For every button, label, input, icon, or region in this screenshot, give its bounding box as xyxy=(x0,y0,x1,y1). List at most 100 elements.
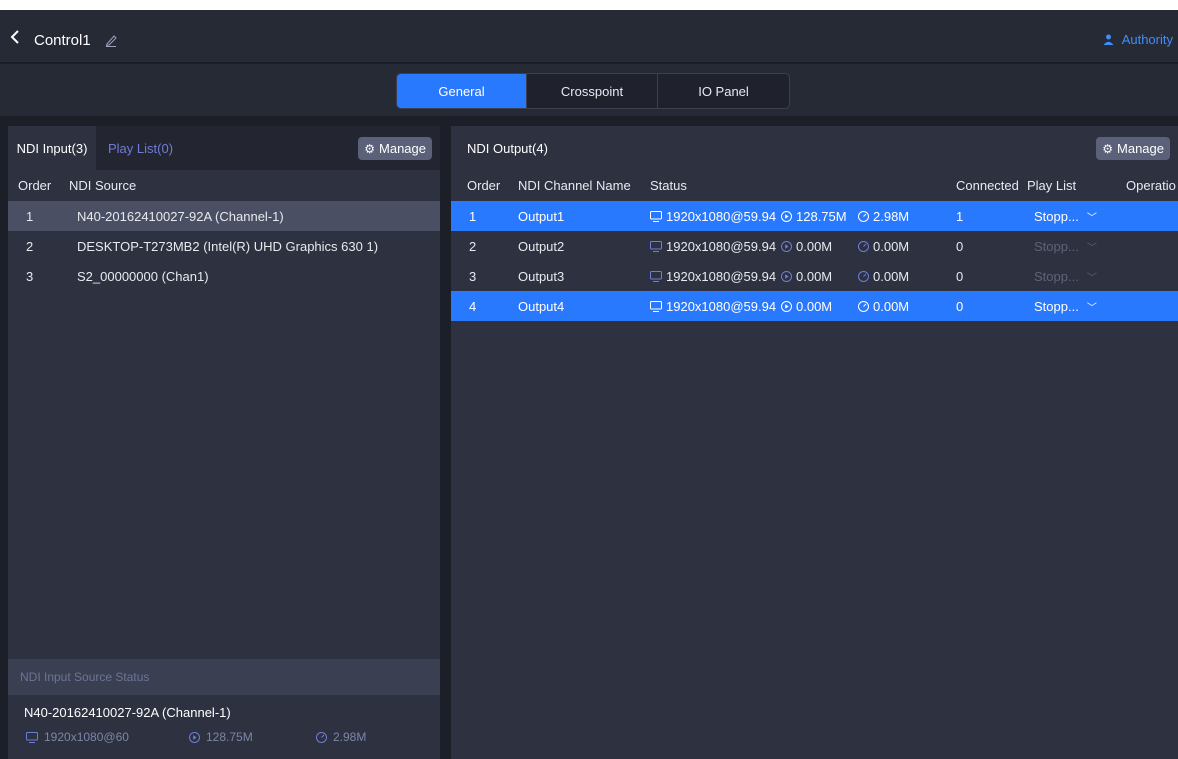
user-icon xyxy=(1103,34,1114,45)
chevron-down-icon: ﹀ xyxy=(1086,242,1097,254)
top-bar: Control1 Authority xyxy=(0,10,1178,63)
column-order: Order xyxy=(18,177,52,193)
row-bandwidth: 0.00M xyxy=(858,269,909,284)
row-order: 3 xyxy=(469,268,477,284)
output-row[interactable]: 4 Output4 1920x1080@59.94 0.00M 0.00M 0 … xyxy=(451,291,1178,321)
play-circle-icon xyxy=(781,300,792,312)
row-source: DESKTOP-T273MB2 (Intel(R) UHD Graphics 6… xyxy=(77,238,379,254)
input-row[interactable]: 1 N40-20162410027-92A (Channel-1) xyxy=(8,201,440,231)
row-bandwidth: 0.00M xyxy=(858,239,909,254)
gauge-icon xyxy=(858,240,869,252)
row-resolution: 1920x1080@59.94 xyxy=(650,269,776,284)
row-resolution: 1920x1080@59.94 xyxy=(650,239,776,254)
row-order: 2 xyxy=(26,238,34,254)
authority-button[interactable]: Authority xyxy=(1103,32,1173,47)
status-bandwidth: 2.98M xyxy=(316,730,366,744)
gear-icon: ⚙ xyxy=(1102,141,1114,156)
row-order: 4 xyxy=(469,298,477,314)
row-channel-name: Output2 xyxy=(518,238,565,254)
row-channel-name: Output1 xyxy=(518,208,565,224)
tab-bar: General Crosspoint IO Panel xyxy=(0,64,1178,116)
authority-label: Authority xyxy=(1121,32,1173,47)
gear-icon: ⚙ xyxy=(364,141,376,156)
output-row[interactable]: 3 Output3 1920x1080@59.94 0.00M 0.00M 0 … xyxy=(451,261,1178,291)
input-manage-button[interactable]: ⚙ Manage xyxy=(358,137,432,160)
output-table-header: Order NDI Channel Name Status Connected … xyxy=(451,170,1178,200)
monitor-icon xyxy=(650,270,662,282)
monitor-icon xyxy=(650,240,662,252)
playlist-dropdown[interactable]: Stopp... ﹀ xyxy=(1034,299,1097,314)
row-order: 2 xyxy=(469,238,477,254)
play-circle-icon xyxy=(781,210,792,222)
playlist-dropdown[interactable]: Stopp... ﹀ xyxy=(1034,269,1097,284)
row-order: 3 xyxy=(26,268,34,284)
manage-label: Manage xyxy=(1117,141,1164,156)
gauge-icon xyxy=(858,270,869,282)
row-bitrate: 0.00M xyxy=(781,299,832,314)
gauge-icon xyxy=(858,300,869,312)
tab-group: General Crosspoint IO Panel xyxy=(396,73,790,109)
play-circle-icon xyxy=(189,731,200,743)
monitor-icon xyxy=(650,300,662,312)
row-connected: 0 xyxy=(956,298,964,314)
row-resolution: 1920x1080@59.94 xyxy=(650,299,776,314)
input-panel-header: NDI Input(3) Play List(0) ⚙ Manage xyxy=(8,126,440,170)
play-circle-icon xyxy=(781,270,792,282)
row-bitrate: 0.00M xyxy=(781,269,832,284)
gauge-icon xyxy=(858,210,869,222)
chevron-down-icon: ﹀ xyxy=(1086,272,1097,284)
status-resolution: 1920x1080@60 xyxy=(26,730,189,744)
row-source: N40-20162410027-92A (Channel-1) xyxy=(77,208,284,224)
play-circle-icon xyxy=(781,240,792,252)
page-title: Control1 xyxy=(34,32,91,49)
row-connected: 0 xyxy=(956,268,964,284)
column-order: Order xyxy=(467,177,501,193)
column-channel-name: NDI Channel Name xyxy=(518,177,631,193)
row-bandwidth: 0.00M xyxy=(858,299,909,314)
back-button[interactable] xyxy=(8,30,22,44)
playlist-dropdown[interactable]: Stopp... ﹀ xyxy=(1034,209,1097,224)
tab-general[interactable]: General xyxy=(397,74,527,108)
ndi-input-panel: NDI Input(3) Play List(0) ⚙ Manage Order… xyxy=(8,126,440,759)
output-panel-title: NDI Output(4) xyxy=(467,141,548,156)
manage-label: Manage xyxy=(379,141,426,156)
status-title: NDI Input Source Status xyxy=(8,659,440,695)
status-bitrate: 128.75M xyxy=(189,730,316,744)
chevron-down-icon: ﹀ xyxy=(1086,212,1097,224)
tab-ndi-input[interactable]: NDI Input(3) xyxy=(8,126,96,170)
row-connected: 1 xyxy=(956,208,964,224)
pencil-icon[interactable] xyxy=(104,33,118,47)
row-order: 1 xyxy=(26,208,34,224)
input-row[interactable]: 2 DESKTOP-T273MB2 (Intel(R) UHD Graphics… xyxy=(8,231,440,261)
input-table-header: Order NDI Source xyxy=(8,170,440,200)
tab-io-panel[interactable]: IO Panel xyxy=(658,74,789,108)
output-panel-header: NDI Output(4) ⚙ Manage xyxy=(451,126,1178,170)
row-connected: 0 xyxy=(956,238,964,254)
ndi-output-panel: NDI Output(4) ⚙ Manage Order NDI Channel… xyxy=(451,126,1178,759)
row-source: S2_00000000 (Chan1) xyxy=(77,268,209,284)
column-status: Status xyxy=(650,177,687,193)
input-source-status: NDI Input Source Status N40-20162410027-… xyxy=(8,659,440,759)
monitor-icon xyxy=(26,731,38,743)
tab-play-list[interactable]: Play List(0) xyxy=(108,141,173,156)
output-row[interactable]: 1 Output1 1920x1080@59.94 128.75M 2.98M … xyxy=(451,201,1178,231)
chevron-left-icon xyxy=(10,30,20,44)
output-row[interactable]: 2 Output2 1920x1080@59.94 0.00M 0.00M 0 … xyxy=(451,231,1178,261)
status-metrics: 1920x1080@60 128.75M 2.98M xyxy=(26,730,366,744)
row-resolution: 1920x1080@59.94 xyxy=(650,209,776,224)
column-play-list: Play List xyxy=(1027,177,1077,193)
column-connected: Connected xyxy=(956,177,1019,193)
row-bandwidth: 2.98M xyxy=(858,209,909,224)
output-manage-button[interactable]: ⚙ Manage xyxy=(1096,137,1170,160)
row-bitrate: 128.75M xyxy=(781,209,847,224)
row-channel-name: Output4 xyxy=(518,298,565,314)
playlist-dropdown[interactable]: Stopp... ﹀ xyxy=(1034,239,1097,254)
column-ndi-source: NDI Source xyxy=(69,177,137,193)
status-source-name: N40-20162410027-92A (Channel-1) xyxy=(24,705,231,720)
input-row[interactable]: 3 S2_00000000 (Chan1) xyxy=(8,261,440,291)
tab-crosspoint[interactable]: Crosspoint xyxy=(527,74,658,108)
row-order: 1 xyxy=(469,208,477,224)
row-bitrate: 0.00M xyxy=(781,239,832,254)
row-channel-name: Output3 xyxy=(518,268,565,284)
app-window: Control1 Authority General Crosspoint IO… xyxy=(0,10,1178,759)
